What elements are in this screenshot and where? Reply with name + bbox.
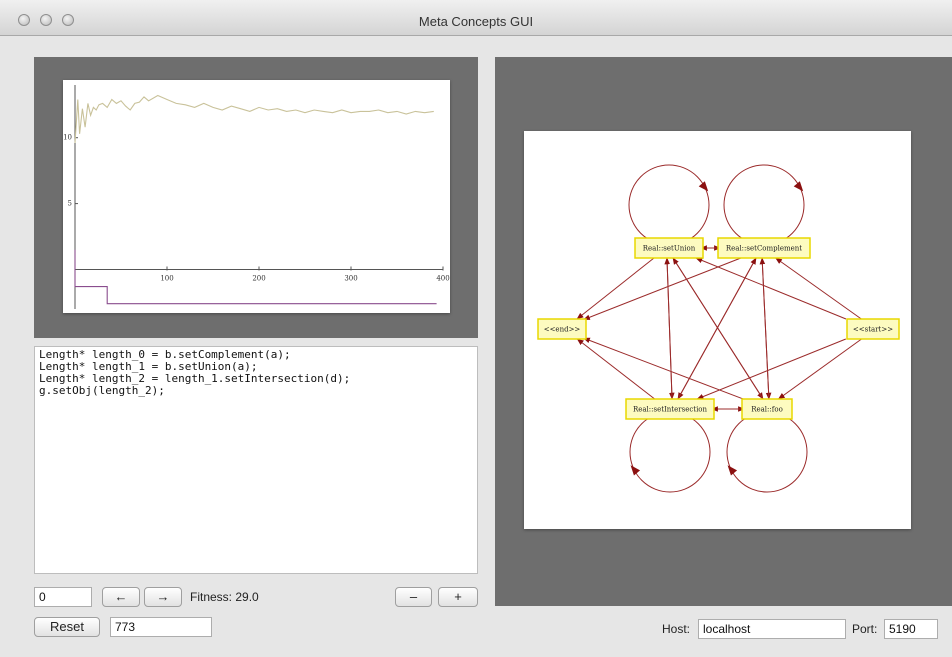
graph-edge (576, 338, 656, 400)
port-field[interactable]: 5190 (884, 619, 938, 639)
graph-edge (582, 337, 745, 400)
graph-panel: Real::setUnion Real::setComplement<<end>>… (495, 57, 952, 606)
self-loop-edge (723, 164, 805, 246)
series-line-1 (74, 94, 434, 144)
chart-canvas: 100 200 300 400 5 10 (63, 80, 450, 313)
fitness-chart: 100 200 300 400 5 10 (63, 85, 450, 309)
graph-node-label: Real::foo (751, 406, 783, 414)
graph-edge (777, 338, 862, 400)
window-title: Meta Concepts GUI (418, 14, 534, 29)
host-field[interactable]: localhost (698, 619, 846, 639)
x-tick-label: 200 (252, 274, 265, 282)
seed-field[interactable]: 773 (110, 617, 212, 637)
graph-canvas: Real::setUnion Real::setComplement<<end>>… (524, 131, 911, 529)
graph-edge (759, 257, 770, 400)
graph-node-union[interactable]: Real::setUnion (634, 237, 704, 259)
title-bar: Meta Concepts GUI (0, 0, 952, 36)
self-loop-edge (629, 411, 711, 493)
graph-node-label: <<start>> (853, 326, 893, 334)
x-tick-label: 400 (436, 274, 449, 282)
graph-node-label: Real::setIntersection (633, 406, 708, 414)
graph-node-label: Real::setComplement (726, 245, 802, 253)
graph-edge (582, 257, 742, 321)
y-tick-label: 5 (68, 200, 72, 208)
y-tick-label: 10 (63, 134, 72, 142)
decrease-button[interactable]: – (395, 587, 432, 607)
next-button[interactable]: → (144, 587, 182, 607)
graph-edge (775, 257, 862, 320)
program-graph: Real::setUnion Real::setComplement<<end>>… (537, 164, 900, 493)
graph-node-intersection[interactable]: Real::setIntersection (625, 398, 715, 420)
chart-panel: 100 200 300 400 5 10 (34, 57, 478, 338)
graph-node-foo[interactable]: Real::foo (741, 398, 793, 420)
code-editor[interactable]: Length* length_0 = b.setComplement(a); L… (34, 346, 478, 574)
graph-node-label: <<end>> (544, 326, 581, 334)
generation-index-field[interactable]: 0 (34, 587, 92, 607)
graph-edge (664, 257, 673, 400)
graph-node-end[interactable]: <<end>> (537, 318, 587, 340)
graph-edge (677, 257, 757, 400)
x-tick-label: 300 (344, 274, 357, 282)
graph-node-label: Real::setUnion (643, 245, 696, 253)
x-tick-label: 100 (160, 274, 173, 282)
loop-arrowhead (727, 465, 738, 476)
code-line: g.setObj(length_2); (39, 384, 165, 397)
self-loop-edge (628, 164, 710, 246)
host-label: Host: (662, 622, 691, 636)
graph-edge (576, 257, 655, 320)
loop-arrowhead (793, 181, 804, 192)
self-loop-edge (726, 411, 808, 493)
loop-arrowhead (630, 465, 641, 476)
increase-button[interactable]: + (438, 587, 478, 607)
reset-button[interactable]: Reset (34, 617, 100, 637)
graph-node-complement[interactable]: Real::setComplement (717, 237, 811, 259)
loop-arrowhead (698, 181, 709, 192)
port-label: Port: (852, 622, 878, 636)
graph-node-start[interactable]: <<start>> (846, 318, 900, 340)
fitness-label: Fitness: 29.0 (190, 590, 259, 604)
previous-button[interactable]: ← (102, 587, 140, 607)
